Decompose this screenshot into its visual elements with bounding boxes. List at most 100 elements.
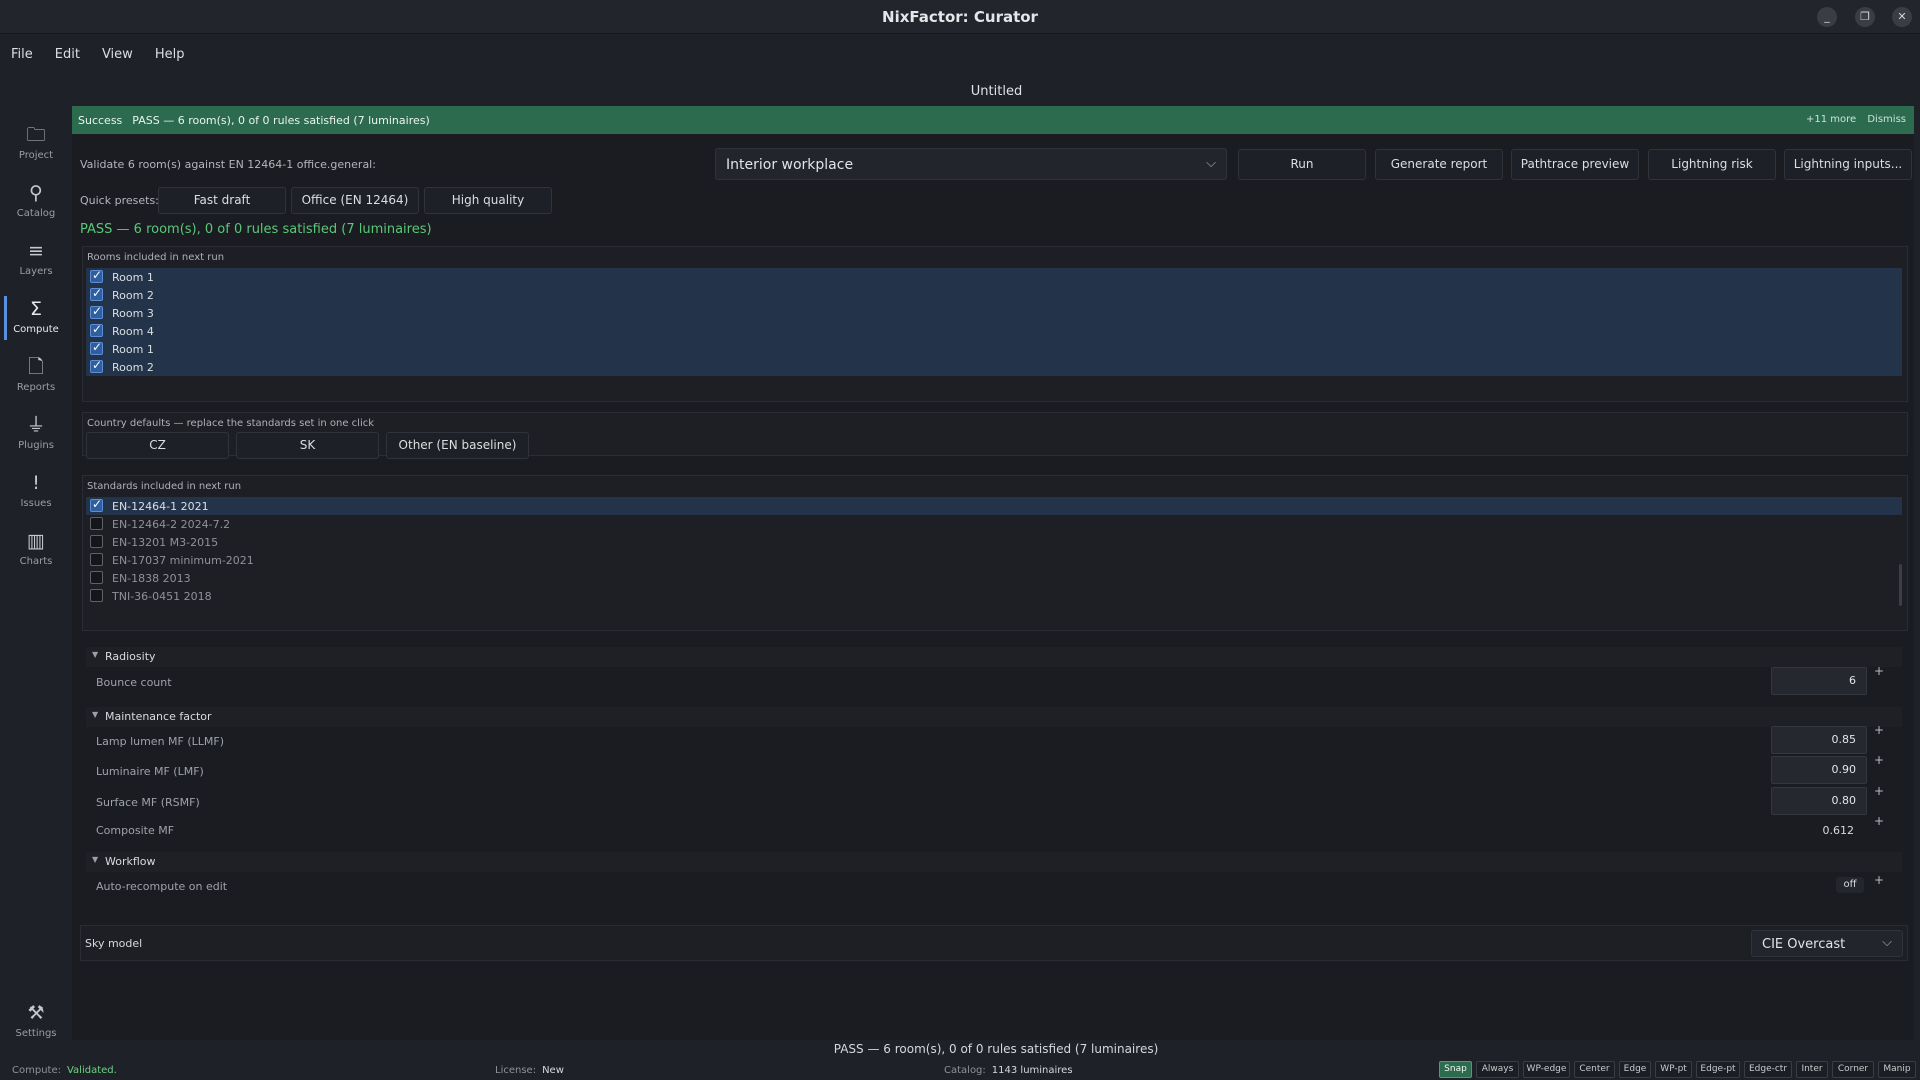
llmf-input[interactable]: 0.85 [1771, 726, 1867, 754]
plus-icon[interactable]: + [1874, 873, 1884, 887]
workflow-section-header[interactable]: ▼ Workflow [86, 852, 1902, 872]
plus-icon[interactable]: + [1874, 814, 1884, 828]
snap-edge-pt-toggle[interactable]: Edge-pt [1696, 1061, 1740, 1078]
snap-toggle[interactable]: Snap [1439, 1061, 1472, 1078]
maximize-button[interactable]: ❐ [1855, 7, 1875, 27]
collapse-triangle-icon: ▼ [92, 855, 99, 864]
snap-inter-toggle[interactable]: Inter [1796, 1061, 1828, 1078]
menu-edit[interactable]: Edit [55, 47, 80, 62]
standards-scrollbar[interactable] [1899, 564, 1902, 606]
sky-model-select[interactable]: CIE Overcast ⌵ [1751, 930, 1903, 957]
country-sk-button[interactable]: SK [236, 432, 379, 459]
standard-checkbox[interactable] [90, 497, 103, 512]
lightning-risk-button[interactable]: Lightning risk [1648, 149, 1776, 180]
snap-center-toggle[interactable]: Center [1574, 1061, 1615, 1078]
room-row[interactable]: Room 3 [86, 304, 1902, 322]
auto-recompute-toggle[interactable]: off [1836, 877, 1864, 893]
generate-report-button[interactable]: Generate report [1375, 149, 1503, 180]
room-checkbox[interactable] [90, 304, 103, 319]
room-row[interactable]: Room 1 [86, 268, 1902, 286]
standard-name: TNI-36-0451 2018 [112, 590, 212, 603]
composite-mf-label: Composite MF [96, 824, 175, 837]
sidebar-item-settings[interactable]: ⚒ Settings [4, 1000, 68, 1054]
license-status-label: License: [495, 1065, 537, 1076]
preset-fast-draft-button[interactable]: Fast draft [158, 187, 286, 214]
exclamation-icon: ! [32, 472, 40, 494]
standard-row[interactable]: EN-17037 minimum-2021 [86, 551, 1902, 569]
standard-checkbox[interactable] [90, 589, 103, 602]
plus-icon[interactable]: + [1874, 723, 1884, 737]
snap-corner-toggle[interactable]: Corner [1832, 1061, 1874, 1078]
banner-more-link[interactable]: +11 more [1806, 114, 1856, 125]
country-other-button[interactable]: Other (EN baseline) [386, 432, 529, 459]
sidebar-item-issues[interactable]: ! Issues [4, 470, 68, 524]
snap-manip-toggle[interactable]: Manip [1878, 1061, 1916, 1078]
plus-icon[interactable]: + [1874, 753, 1884, 767]
menu-file[interactable]: File [11, 47, 33, 62]
chevron-down-icon: ⌵ [1882, 935, 1892, 950]
country-cz-button[interactable]: CZ [86, 432, 229, 459]
room-row[interactable]: Room 2 [86, 358, 1902, 376]
bottom-status-message: PASS — 6 room(s), 0 of 0 rules satisfied… [833, 1042, 1159, 1056]
standard-checkbox[interactable] [90, 553, 103, 566]
standard-checkbox[interactable] [90, 517, 103, 530]
standard-row[interactable]: EN-1838 2013 [86, 569, 1902, 587]
title-bar: NixFactor: Curator _ ❐ ✕ [0, 0, 1920, 34]
profile-select-value: Interior workplace [726, 157, 854, 173]
standard-row[interactable]: EN-13201 M3-2015 [86, 533, 1902, 551]
maintenance-section-header[interactable]: ▼ Maintenance factor [86, 707, 1902, 727]
license-status: License: New [495, 1065, 564, 1076]
snap-wp-pt-toggle[interactable]: WP-pt [1655, 1061, 1692, 1078]
run-button[interactable]: Run [1238, 149, 1366, 180]
close-button[interactable]: ✕ [1892, 7, 1912, 27]
sidebar-item-plugins[interactable]: ⏚ Plugins [4, 412, 68, 466]
menu-help[interactable]: Help [155, 47, 185, 62]
sidebar-item-charts[interactable]: ▥ Charts [4, 528, 68, 582]
sidebar-item-compute[interactable]: Σ Compute [4, 296, 68, 350]
snap-always-toggle[interactable]: Always [1476, 1061, 1519, 1078]
bounce-count-label: Bounce count [96, 676, 172, 689]
lightning-inputs-button[interactable]: Lightning inputs... [1784, 149, 1912, 180]
banner-message: PASS — 6 room(s), 0 of 0 rules satisfied… [132, 113, 430, 127]
profile-select[interactable]: Interior workplace ⌵ [715, 148, 1227, 180]
plus-icon[interactable]: + [1874, 784, 1884, 798]
standard-row[interactable]: EN-12464-2 2024-7.2 [86, 515, 1902, 533]
menu-view[interactable]: View [102, 47, 133, 62]
sidebar-item-layers[interactable]: ≡ Layers [4, 238, 68, 292]
preset-high-quality-button[interactable]: High quality [424, 187, 552, 214]
room-checkbox[interactable] [90, 358, 103, 373]
standard-checkbox[interactable] [90, 535, 103, 548]
room-checkbox[interactable] [90, 268, 103, 283]
standard-name: EN-12464-1 2021 [112, 500, 209, 513]
banner-dismiss-link[interactable]: Dismiss [1867, 114, 1906, 125]
room-checkbox[interactable] [90, 322, 103, 337]
snap-wp-edge-toggle[interactable]: WP-edge [1523, 1061, 1570, 1078]
sidebar-item-catalog[interactable]: ⚲ Catalog [4, 180, 68, 234]
pathtrace-preview-button[interactable]: Pathtrace preview [1511, 149, 1639, 180]
lmf-row: Luminaire MF (LMF) 0.90 + [86, 753, 1902, 784]
snap-edge-ctr-toggle[interactable]: Edge-ctr [1744, 1061, 1792, 1078]
room-checkbox[interactable] [90, 286, 103, 301]
sidebar-item-project[interactable]: 🗀 Project [4, 122, 68, 176]
success-banner: Success PASS — 6 room(s), 0 of 0 rules s… [72, 106, 1914, 134]
sidebar-item-reports[interactable]: 🗋 Reports [4, 354, 68, 408]
sigma-icon: Σ [29, 298, 42, 320]
standard-checkbox[interactable] [90, 571, 103, 584]
room-row[interactable]: Room 1 [86, 340, 1902, 358]
preset-office-button[interactable]: Office (EN 12464) [291, 187, 419, 214]
composite-mf-row: Composite MF 0.612 + [86, 814, 1902, 842]
bounce-count-input[interactable]: 6 [1771, 667, 1867, 695]
room-checkbox[interactable] [90, 340, 103, 355]
minimize-button[interactable]: _ [1817, 7, 1837, 27]
lmf-input[interactable]: 0.90 [1771, 756, 1867, 784]
radiosity-section-header[interactable]: ▼ Radiosity [86, 647, 1902, 667]
llmf-label: Lamp lumen MF (LLMF) [96, 735, 225, 748]
standard-row[interactable]: EN-12464-1 2021 [86, 497, 1902, 515]
standard-row[interactable]: TNI-36-0451 2018 [86, 587, 1902, 605]
snap-edge-toggle[interactable]: Edge [1619, 1061, 1651, 1078]
plus-icon[interactable]: + [1874, 664, 1884, 678]
rsmf-input[interactable]: 0.80 [1771, 787, 1867, 815]
room-row[interactable]: Room 4 [86, 322, 1902, 340]
room-row[interactable]: Room 2 [86, 286, 1902, 304]
plug-icon: ⏚ [26, 414, 46, 436]
